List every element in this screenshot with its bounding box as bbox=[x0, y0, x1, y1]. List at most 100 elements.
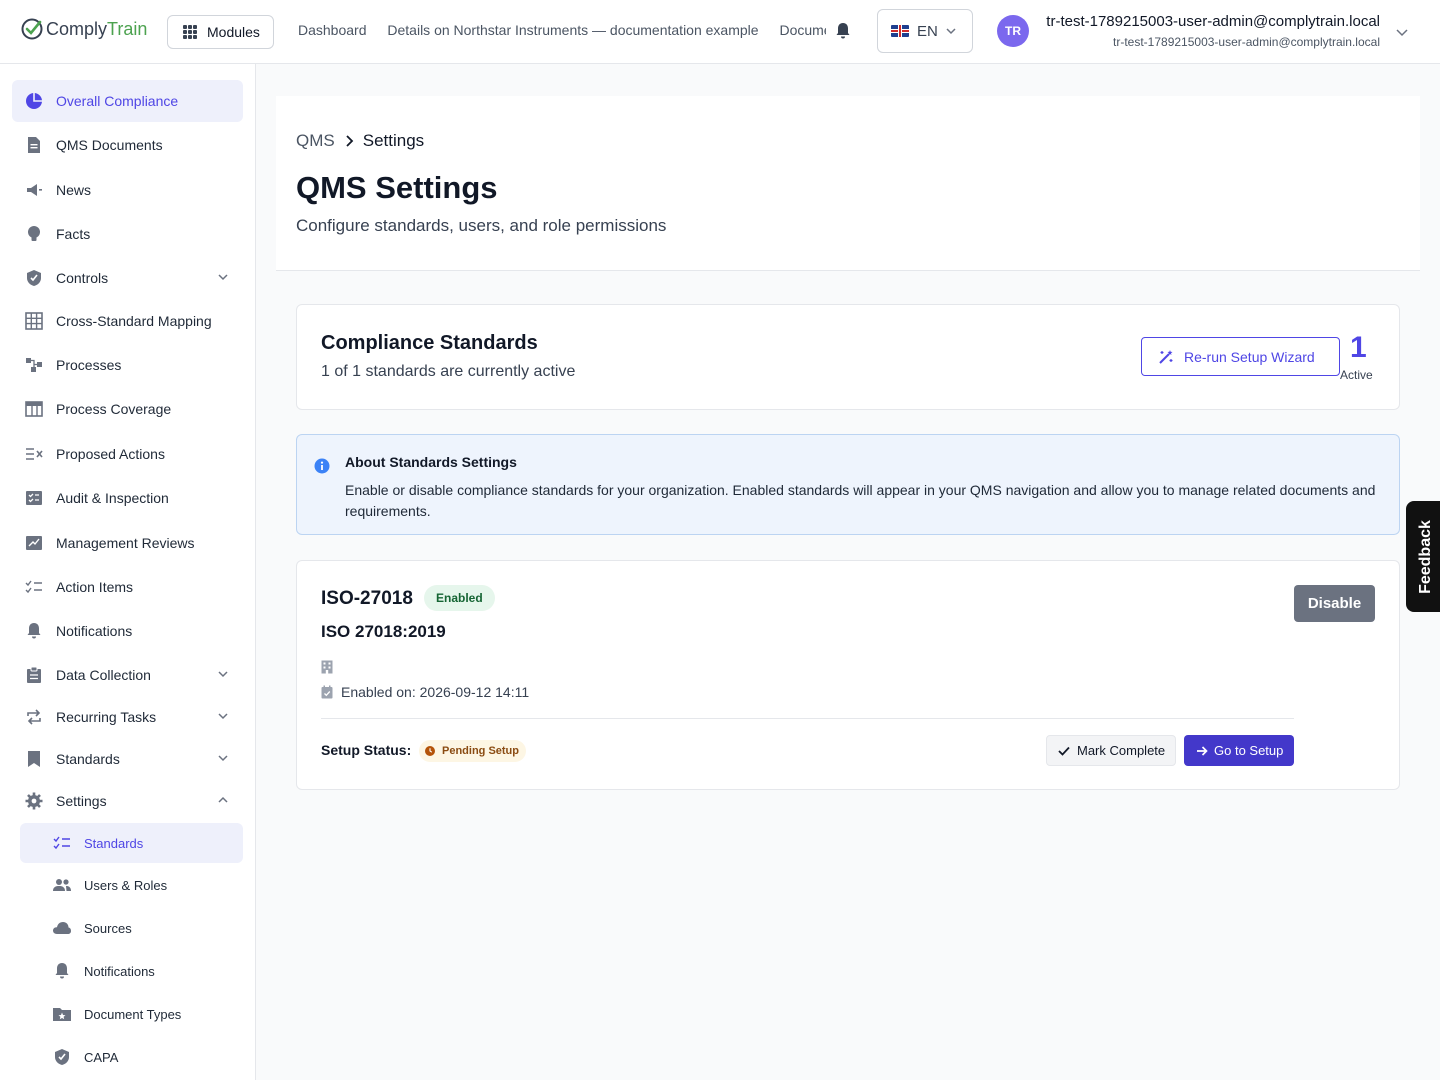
calendar-check-icon bbox=[321, 685, 333, 699]
shield-check-icon bbox=[24, 268, 44, 288]
grid-icon bbox=[183, 25, 197, 39]
sidebar: Overall Compliance QMS Documents News Fa… bbox=[0, 64, 256, 1080]
sidebar-item-label: Action Items bbox=[56, 579, 134, 595]
breadcrumb: QMS Settings bbox=[296, 131, 424, 151]
sidebar-item-label: Facts bbox=[56, 226, 91, 242]
cloud-icon bbox=[52, 918, 72, 938]
language-selector[interactable]: EN bbox=[877, 9, 973, 53]
feedback-tab[interactable]: Feedback bbox=[1406, 501, 1440, 612]
nav-documents[interactable]: Documents bbox=[779, 22, 826, 38]
sidebar-item-label: Cross-Standard Mapping bbox=[56, 313, 212, 329]
sidebar-item-recurring-tasks[interactable]: Recurring Tasks bbox=[12, 696, 243, 738]
sidebar-sub-notifications[interactable]: Notifications bbox=[20, 951, 243, 991]
feedback-label: Feedback bbox=[1417, 519, 1434, 594]
repeat-icon bbox=[24, 707, 44, 727]
sidebar-item-action-items[interactable]: Action Items bbox=[12, 566, 243, 608]
sidebar-item-process-coverage[interactable]: Process Coverage bbox=[12, 388, 243, 430]
sidebar-item-facts[interactable]: Facts bbox=[12, 213, 243, 255]
chevron-down-icon bbox=[218, 671, 228, 678]
sidebar-item-overall-compliance[interactable]: Overall Compliance bbox=[12, 80, 243, 122]
sidebar-item-label: QMS Documents bbox=[56, 137, 163, 153]
mark-complete-button[interactable]: Mark Complete bbox=[1046, 735, 1176, 766]
sidebar-item-data-collection[interactable]: Data Collection bbox=[12, 654, 243, 696]
rerun-setup-wizard-button[interactable]: Re-run Setup Wizard bbox=[1141, 337, 1340, 376]
chart-review-icon bbox=[24, 533, 44, 553]
sidebar-item-label: Proposed Actions bbox=[56, 446, 165, 462]
uk-flag-icon bbox=[891, 25, 909, 37]
sidebar-item-proposed-actions[interactable]: Proposed Actions bbox=[12, 433, 243, 475]
breadcrumb-qms[interactable]: QMS bbox=[296, 131, 335, 151]
user-email: tr-test-1789215003-user-admin@complytrai… bbox=[1113, 35, 1380, 49]
list-check-icon bbox=[52, 833, 72, 853]
users-icon bbox=[52, 875, 72, 895]
sidebar-sub-users-roles[interactable]: Users & Roles bbox=[20, 865, 243, 905]
sidebar-sub-standards[interactable]: Standards bbox=[20, 823, 243, 863]
sidebar-item-label: Audit & Inspection bbox=[56, 490, 169, 506]
bell-icon bbox=[24, 621, 44, 641]
sidebar-sub-label: CAPA bbox=[84, 1049, 119, 1065]
sidebar-item-notifications[interactable]: Notifications bbox=[12, 610, 243, 652]
sidebar-sub-label: Notifications bbox=[84, 963, 155, 979]
sidebar-item-label: Notifications bbox=[56, 623, 133, 639]
enabled-on-date: Enabled on: 2026-09-12 14:11 bbox=[341, 684, 530, 700]
bell-icon bbox=[52, 961, 72, 981]
sidebar-item-audit-inspection[interactable]: Audit & Inspection bbox=[12, 477, 243, 519]
check-icon bbox=[1058, 746, 1070, 756]
go-to-setup-button[interactable]: Go to Setup bbox=[1184, 735, 1294, 766]
standard-name: ISO 27018:2019 bbox=[321, 622, 446, 641]
list-x-icon bbox=[24, 444, 44, 464]
divider bbox=[321, 718, 1294, 719]
sidebar-sub-capa[interactable]: CAPA bbox=[20, 1037, 243, 1077]
avatar[interactable]: TR bbox=[997, 15, 1029, 47]
pending-setup-badge: Pending Setup bbox=[419, 740, 526, 762]
active-count: 1 bbox=[1350, 331, 1367, 364]
sidebar-item-cross-standard-mapping[interactable]: Cross-Standard Mapping bbox=[12, 300, 243, 342]
language-label: EN bbox=[917, 22, 938, 40]
sidebar-item-news[interactable]: News bbox=[12, 169, 243, 211]
page-title: QMS Settings bbox=[296, 170, 498, 205]
sidebar-sub-document-types[interactable]: Document Types bbox=[20, 994, 243, 1034]
sidebar-item-qms-documents[interactable]: QMS Documents bbox=[12, 124, 243, 166]
status-badge: Enabled bbox=[424, 585, 495, 611]
app-logo[interactable]: ComplyTrain bbox=[20, 17, 147, 41]
arrow-right-icon bbox=[1197, 745, 1208, 756]
sidebar-item-standards[interactable]: Standards bbox=[12, 738, 243, 780]
sidebar-item-settings[interactable]: Settings bbox=[12, 780, 243, 822]
modules-button[interactable]: Modules bbox=[167, 15, 274, 49]
sidebar-item-label: Processes bbox=[56, 357, 122, 373]
card-subtitle: 1 of 1 standards are currently active bbox=[321, 363, 576, 380]
sidebar-item-label: Data Collection bbox=[56, 667, 151, 683]
disable-button[interactable]: Disable bbox=[1294, 585, 1375, 622]
mark-complete-label: Mark Complete bbox=[1077, 743, 1166, 758]
chevron-up-icon bbox=[218, 796, 228, 803]
sidebar-item-processes[interactable]: Processes bbox=[12, 344, 243, 386]
sidebar-item-label: Controls bbox=[56, 270, 109, 286]
info-title: About Standards Settings bbox=[345, 454, 517, 470]
lightbulb-icon bbox=[24, 224, 44, 244]
chevron-down-icon[interactable] bbox=[1396, 26, 1408, 38]
rerun-label: Re-run Setup Wizard bbox=[1184, 348, 1315, 365]
document-icon bbox=[24, 135, 44, 155]
sidebar-sub-label: Sources bbox=[84, 920, 132, 936]
user-name[interactable]: tr-test-1789215003-user-admin@complytrai… bbox=[1046, 13, 1380, 30]
nav-details[interactable]: Details on Northstar Instruments — docum… bbox=[387, 22, 758, 38]
logo-check-icon bbox=[21, 18, 43, 40]
setup-status-label: Setup Status: bbox=[321, 742, 412, 758]
table-grid-icon bbox=[24, 311, 44, 331]
bell-icon[interactable] bbox=[835, 22, 851, 40]
magic-wand-icon bbox=[1159, 349, 1173, 364]
sidebar-item-controls[interactable]: Controls bbox=[12, 257, 243, 299]
sidebar-item-label: News bbox=[56, 182, 92, 198]
info-icon bbox=[314, 458, 330, 474]
sidebar-sub-sources[interactable]: Sources bbox=[20, 908, 243, 948]
chevron-right-icon bbox=[346, 135, 354, 147]
sidebar-item-management-reviews[interactable]: Management Reviews bbox=[12, 522, 243, 564]
card-title: Compliance Standards bbox=[321, 332, 538, 354]
sidebar-item-label: Recurring Tasks bbox=[56, 709, 157, 725]
gear-icon bbox=[24, 791, 44, 811]
nav-dashboard[interactable]: Dashboard bbox=[298, 22, 367, 38]
list-check-icon bbox=[24, 577, 44, 597]
breadcrumb-settings: Settings bbox=[362, 131, 425, 150]
chevron-down-icon bbox=[218, 274, 228, 281]
logo-text: ComplyTrain bbox=[46, 18, 148, 39]
